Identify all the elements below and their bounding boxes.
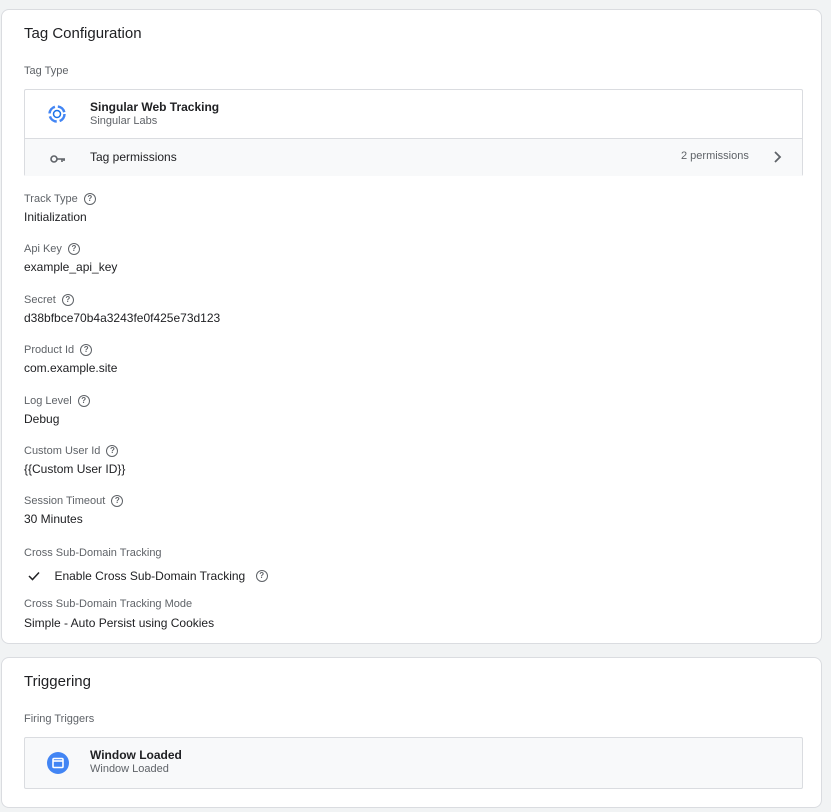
check-icon[interactable] [28, 567, 44, 584]
field-label: Track Type? [24, 193, 96, 206]
triggering-card: Triggering Firing Triggers Window Loaded… [1, 657, 822, 808]
tag-type-box[interactable]: Singular Web Tracking Singular Labs Tag … [24, 89, 803, 176]
help-circle-icon[interactable]: ? [106, 445, 119, 458]
mode-value: Simple - Auto Persist using Cookies [24, 616, 215, 630]
field-value: Initialization [24, 210, 87, 225]
tag-name: Singular Web Tracking [90, 100, 220, 114]
field-secret: Secret? d38bfbce70b4a3243fe0f425e73d123 [24, 294, 220, 325]
triggering-title: Triggering [24, 673, 91, 690]
help-circle-icon[interactable]: ? [77, 395, 90, 408]
tag-permissions-label: Tag permissions [90, 150, 177, 164]
field-label: Product Id? [24, 344, 117, 357]
permissions-count: 2 permissions [681, 150, 749, 162]
field-label: Secret? [24, 294, 220, 307]
tag-vendor: Singular Labs [90, 115, 158, 127]
field-custom-user-id: Custom User Id? {{Custom User ID}} [24, 445, 125, 476]
singular-logo-icon [47, 104, 67, 129]
window-icon [47, 752, 69, 779]
tag-configuration-card: Tag Configuration Tag Type Singular Web … [1, 9, 822, 644]
help-circle-icon[interactable]: ? [111, 495, 124, 508]
help-circle-icon[interactable]: ? [255, 569, 268, 582]
field-api-key: Api Key? example_api_key [24, 243, 117, 274]
chevron-right-icon[interactable] [773, 150, 783, 169]
field-value: Debug [24, 412, 60, 427]
tag-permissions-row[interactable]: Tag permissions 2 permissions [25, 139, 802, 176]
field-label: Api Key? [24, 243, 117, 256]
firing-triggers-label: Firing Triggers [24, 713, 95, 725]
mode-label: Cross Sub-Domain Tracking Mode [24, 598, 193, 610]
trigger-name: Window Loaded [90, 748, 182, 762]
tag-type-row[interactable]: Singular Web Tracking Singular Labs [25, 90, 802, 139]
key-icon [50, 151, 66, 169]
trigger-row[interactable]: Window Loaded Window Loaded [24, 737, 803, 789]
field-product-id: Product Id? com.example.site [24, 344, 117, 375]
cross-domain-checkbox-label: Enable Cross Sub-Domain Tracking [54, 569, 246, 583]
field-value: d38bfbce70b4a3243fe0f425e73d123 [24, 311, 221, 326]
help-circle-icon[interactable]: ? [67, 243, 80, 256]
trigger-type: Window Loaded [90, 763, 169, 775]
field-log-level: Log Level? Debug [24, 395, 90, 426]
field-value: {{Custom User ID}} [24, 462, 126, 477]
tag-configuration-title: Tag Configuration [24, 25, 142, 42]
cross-domain-label: Cross Sub-Domain Tracking [24, 547, 162, 559]
field-label: Log Level? [24, 395, 90, 408]
help-circle-icon[interactable]: ? [80, 344, 93, 357]
field-value: example_api_key [24, 260, 118, 275]
help-circle-icon[interactable]: ? [83, 193, 96, 206]
cross-domain-checkbox[interactable]: Enable Cross Sub-Domain Tracking ? [28, 567, 268, 585]
field-value: 30 Minutes [24, 512, 83, 527]
field-label: Session Timeout? [24, 495, 124, 508]
tag-type-label: Tag Type [24, 65, 69, 77]
field-value: com.example.site [24, 361, 118, 376]
field-session-timeout: Session Timeout? 30 Minutes [24, 495, 124, 527]
field-track-type: Track Type? Initialization [24, 193, 96, 224]
field-label: Custom User Id? [24, 445, 125, 458]
help-circle-icon[interactable]: ? [61, 294, 74, 307]
